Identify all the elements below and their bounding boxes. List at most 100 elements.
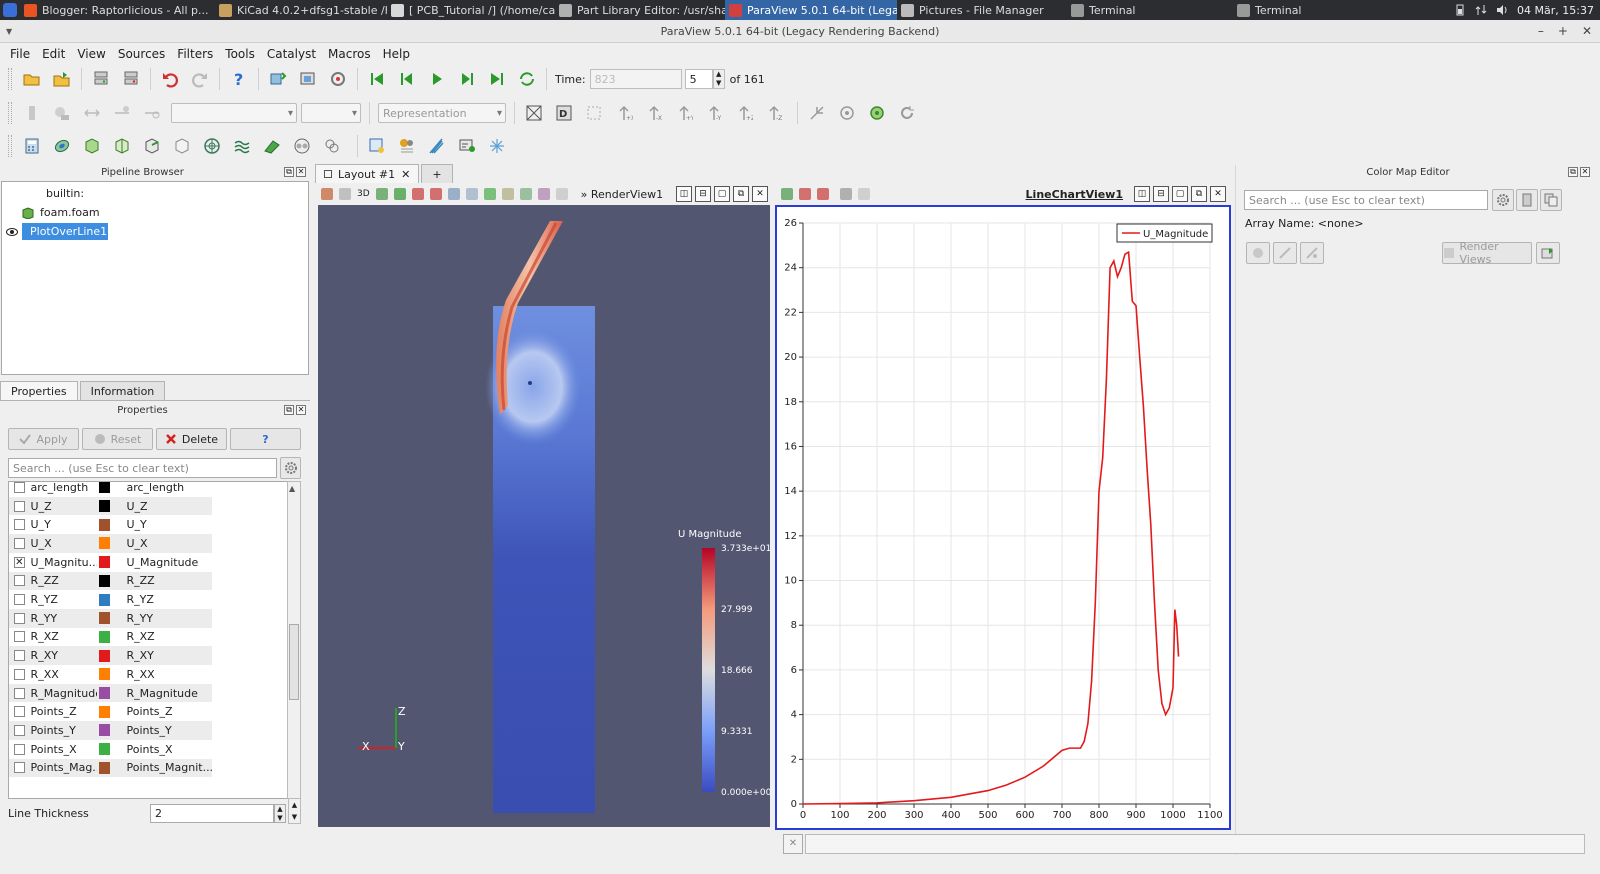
chart-select-icon[interactable] (781, 188, 793, 200)
series-row[interactable]: Points_Mag... Points_Magnit... (9, 758, 212, 778)
camera-undo-icon[interactable] (339, 188, 351, 200)
slice-filter-button[interactable] (111, 135, 133, 157)
toolbar-grip[interactable] (8, 68, 12, 90)
series-row[interactable]: R_XZ R_XZ (9, 628, 212, 647)
series-color-swatch[interactable] (99, 482, 111, 494)
series-legend-name[interactable]: U_Y (126, 518, 212, 531)
zoom-to-box-button[interactable] (583, 102, 605, 124)
series-row[interactable]: U_Z U_Z (9, 496, 212, 516)
series-legend-name[interactable]: Points_Z (126, 705, 212, 718)
series-visibility-checkbox[interactable] (14, 537, 25, 549)
timestep-spin-arrows[interactable]: ▲ ▼ (712, 69, 725, 89)
taskbar-task[interactable]: Terminal (1233, 0, 1399, 20)
battery-icon[interactable] (1454, 4, 1466, 16)
series-row[interactable]: R_Magnitude R_Magnitude (9, 683, 212, 703)
interactive-select-icon[interactable] (483, 188, 496, 200)
split-vertical-button[interactable]: ⊟ (695, 186, 711, 202)
properties-scroll[interactable]: ▲ ▼ (288, 798, 301, 824)
clear-selection-icon[interactable] (555, 188, 568, 200)
scroll-thumb[interactable] (289, 624, 299, 700)
view-minus-z-button[interactable]: -Z (763, 102, 785, 124)
maximize-icon[interactable]: + (1558, 24, 1568, 38)
extract-level-button[interactable] (321, 135, 343, 157)
chart-select-add-icon[interactable] (799, 188, 811, 200)
warp-by-vector-button[interactable] (261, 135, 283, 157)
taskbar-task[interactable]: Terminal (1067, 0, 1233, 20)
last-frame-button[interactable] (486, 68, 508, 90)
series-color-swatch[interactable] (99, 761, 111, 774)
series-row[interactable]: Points_Y Points_Y (9, 721, 212, 740)
series-row[interactable]: Points_Z Points_Z (9, 702, 212, 721)
series-visibility-checkbox[interactable] (14, 650, 25, 662)
start-menu-button[interactable] (0, 0, 20, 20)
color-map-settings-button[interactable] (1492, 189, 1514, 211)
reset-button[interactable]: Reset (82, 428, 153, 450)
open-file-button[interactable] (21, 68, 43, 90)
view-minus-y-button[interactable]: -Y (703, 102, 725, 124)
select-cells-icon[interactable] (393, 188, 406, 200)
next-frame-button[interactable] (456, 68, 478, 90)
series-visibility-checkbox[interactable] (14, 687, 25, 699)
select-points-icon[interactable] (411, 188, 424, 200)
series-color-swatch[interactable] (99, 556, 111, 569)
first-frame-button[interactable] (366, 68, 388, 90)
interaction-mode-icon[interactable] (321, 188, 333, 200)
taskbar-task[interactable]: Blogger: Raptorlicious - All p... (20, 0, 215, 20)
series-color-swatch[interactable] (99, 687, 111, 700)
split-horizontal-button[interactable]: ◫ (676, 186, 692, 202)
series-legend-name[interactable]: R_XZ (126, 630, 212, 643)
tab-properties[interactable]: Properties (0, 381, 78, 401)
volume-icon[interactable] (1496, 4, 1508, 16)
split-horizontal-button[interactable]: ◫ (1134, 186, 1150, 202)
series-color-swatch[interactable] (99, 518, 111, 531)
undock-icon[interactable]: ⧉ (1568, 167, 1578, 177)
menu-sources[interactable]: Sources (112, 47, 171, 61)
series-row[interactable]: R_XX R_XX (9, 665, 212, 684)
color-map-search-input[interactable]: Search ... (use Esc to clear text) (1244, 190, 1488, 210)
grow-selection-icon[interactable] (519, 188, 532, 200)
series-visibility-checkbox[interactable] (14, 575, 25, 587)
series-row[interactable]: U_X U_X (9, 534, 212, 553)
menu-catalyst[interactable]: Catalyst (261, 47, 322, 61)
popout-view-button[interactable]: ⧉ (1191, 186, 1207, 202)
series-row[interactable]: R_XY R_XY (9, 646, 212, 665)
network-icon[interactable] (1475, 4, 1487, 16)
rescale-custom-range-button[interactable] (1273, 242, 1297, 264)
properties-search-input[interactable]: Search ... (use Esc to clear text) (8, 458, 277, 478)
shrink-selection-icon[interactable] (537, 188, 550, 200)
series-row[interactable]: ✕ U_Magnitu... U_Magnitude (9, 553, 212, 572)
contour-filter-button[interactable] (51, 135, 73, 157)
redo-button[interactable] (189, 68, 211, 90)
undock-icon[interactable]: ⧉ (284, 405, 294, 415)
timestep-spinbox[interactable]: 5 (684, 69, 713, 89)
select-frustum-icon[interactable] (429, 188, 442, 200)
series-legend-name[interactable]: Points_Y (126, 724, 212, 737)
toggle-color-legend-button[interactable] (21, 102, 43, 124)
play-button[interactable] (426, 68, 448, 90)
series-row[interactable]: R_YZ R_YZ (9, 590, 212, 609)
select-block-icon[interactable] (465, 188, 478, 200)
rescale-data-range-button[interactable] (1246, 242, 1270, 264)
connect-button[interactable] (90, 68, 112, 90)
maximize-view-button[interactable]: ▢ (1172, 186, 1188, 202)
capture-icon[interactable] (375, 188, 388, 200)
line-chart-view[interactable]: 0 100 200 300 400 500 600 700 800 900 1000 1100 0 2 4 6… (775, 205, 1231, 830)
disconnect-button[interactable] (120, 68, 142, 90)
series-list[interactable]: arc_length arc_length U_Z U_Z U_Y U_Y U_X U_X ✕ U… (8, 481, 288, 799)
close-tab-icon[interactable]: ✕ (401, 168, 410, 181)
chart-select-toggle-icon[interactable] (840, 188, 852, 200)
dock-splitter[interactable] (1235, 165, 1236, 855)
series-color-swatch[interactable] (99, 537, 111, 550)
series-visibility-checkbox[interactable] (14, 519, 25, 531)
series-row[interactable]: R_YY R_YY (9, 608, 212, 628)
reset-center-button[interactable] (836, 102, 858, 124)
maximize-view-button[interactable]: ▢ (714, 186, 730, 202)
pipeline-item-plotoverline[interactable]: PlotOverLine1 (22, 223, 108, 240)
chart-clear-selection-icon[interactable] (858, 188, 870, 200)
line-thickness-input[interactable]: 2 (150, 804, 274, 823)
series-visibility-checkbox[interactable] (14, 668, 25, 680)
series-visibility-checkbox[interactable] (14, 500, 25, 512)
series-color-swatch[interactable] (99, 743, 111, 756)
tab-information[interactable]: Information (79, 381, 166, 401)
pipeline-item-foam[interactable]: foam.foam (22, 204, 100, 221)
